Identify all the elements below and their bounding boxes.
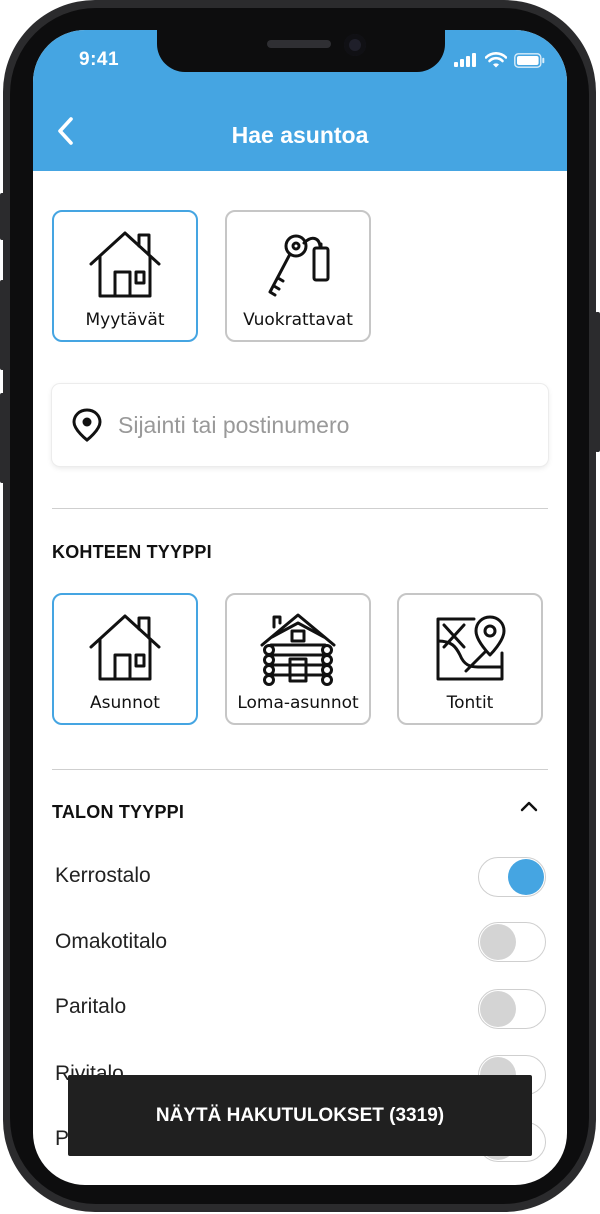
omakotitalo-toggle[interactable] — [478, 922, 546, 962]
house-icon — [89, 614, 161, 681]
wifi-icon — [485, 52, 507, 68]
toggle-knob — [508, 859, 544, 895]
notch — [157, 30, 445, 72]
show-results-button[interactable]: NÄYTÄ HAKUTULOKSET (3319) — [68, 1075, 532, 1156]
status-icons — [454, 52, 545, 68]
section-divider — [52, 508, 548, 509]
earpiece-speaker — [267, 40, 331, 48]
collapse-house-type-button[interactable] — [517, 794, 541, 818]
map-pin-icon — [436, 615, 506, 681]
listing-type-for-sale[interactable]: Myytävät — [52, 210, 198, 342]
house-type-option-label: Paritalo — [55, 995, 127, 1018]
property-type-label: Tontit — [446, 693, 494, 713]
chevron-up-icon — [520, 801, 538, 812]
house-type-option-label: Omakotitalo — [55, 930, 168, 953]
app-screen: 9:41 Hae asuntoa Myytävät Vuokrattavat S… — [33, 30, 567, 1185]
status-time: 9:41 — [79, 49, 120, 70]
power-button — [595, 312, 600, 452]
house-type-option-label: P — [55, 1127, 70, 1150]
toggle-knob — [480, 991, 516, 1027]
volume-up-button — [0, 280, 5, 370]
app-header: 9:41 Hae asuntoa — [33, 30, 567, 171]
key-tag-icon — [268, 234, 330, 297]
battery-icon — [514, 52, 545, 68]
volume-down-button — [0, 393, 5, 483]
property-type-label: Asunnot — [90, 693, 160, 713]
listing-type-label: Vuokrattavat — [243, 310, 353, 330]
listing-type-label: Myytävät — [85, 310, 165, 330]
house-type-heading: TALON TYYPPI — [52, 802, 185, 822]
house-icon — [89, 231, 161, 298]
listing-type-for-rent[interactable]: Vuokrattavat — [225, 210, 371, 342]
front-camera — [344, 34, 366, 56]
log-cabin-icon — [260, 613, 336, 686]
house-type-option-label: Kerrostalo — [55, 864, 151, 887]
location-search-input[interactable] — [116, 410, 548, 440]
kerrostalo-toggle[interactable] — [478, 857, 546, 897]
location-pin-icon — [72, 408, 102, 442]
property-type-heading: KOHTEEN TYYPPI — [52, 542, 212, 562]
paritalo-toggle[interactable] — [478, 989, 546, 1029]
page-title: Hae asuntoa — [231, 122, 369, 148]
toggle-knob — [480, 924, 516, 960]
mute-switch — [0, 193, 5, 240]
signal-icon — [454, 53, 476, 67]
location-search-box[interactable] — [52, 384, 548, 466]
property-type-apartments[interactable]: Asunnot — [52, 593, 198, 725]
section-divider — [52, 769, 548, 770]
property-type-plots[interactable]: Tontit — [397, 593, 543, 725]
property-type-holiday-homes[interactable]: Loma-asunnot — [225, 593, 371, 725]
property-type-label: Loma-asunnot — [237, 693, 359, 713]
